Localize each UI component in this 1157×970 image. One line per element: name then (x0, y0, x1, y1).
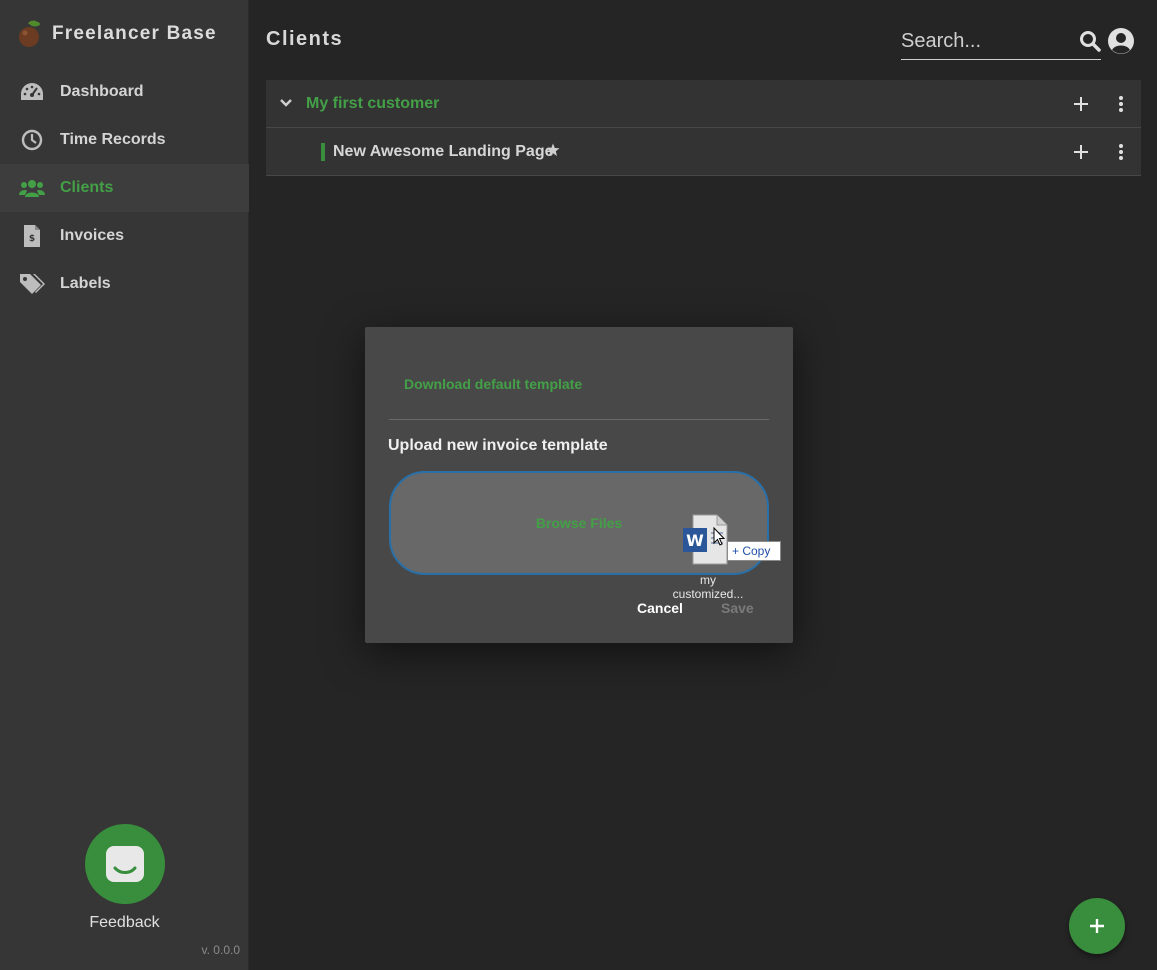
client-name[interactable]: My first customer (306, 95, 439, 113)
chevron-down-icon[interactable] (279, 96, 293, 110)
client-list: My first customer New Awesome Landing Pa… (266, 80, 1141, 176)
star-icon[interactable] (546, 143, 560, 157)
invoice-template-dialog: Download default template Upload new inv… (365, 327, 793, 643)
sidebar-item-clients[interactable]: Clients (0, 164, 249, 212)
sidebar-item-invoices[interactable]: $ Invoices (0, 212, 249, 260)
app-version: v. 0.0.0 (201, 943, 240, 957)
sidebar-item-label: Dashboard (60, 83, 144, 100)
sidebar-item-time-records[interactable]: Time Records (0, 116, 249, 164)
sidebar-item-label: Time Records (60, 131, 166, 148)
feedback-label: Feedback (89, 914, 160, 931)
tags-icon (19, 272, 45, 296)
cherry-logo-icon (19, 20, 40, 47)
search-icon[interactable] (1079, 30, 1101, 52)
add-project-button[interactable] (1071, 94, 1091, 114)
divider (389, 419, 769, 420)
drag-copy-tag: + Copy (727, 541, 781, 561)
word-document-icon: W (683, 514, 728, 565)
invoice-icon: $ (19, 224, 45, 248)
project-name[interactable]: New Awesome Landing Page (333, 143, 554, 161)
more-options-icon[interactable] (1116, 94, 1126, 114)
sidebar-item-label: Clients (60, 179, 114, 196)
clock-icon (19, 128, 45, 152)
search-input[interactable] (901, 30, 1071, 53)
project-row[interactable]: New Awesome Landing Page (266, 128, 1141, 176)
cancel-button[interactable]: Cancel (637, 600, 683, 616)
add-time-record-button[interactable] (1071, 142, 1091, 162)
svg-text:W: W (686, 531, 704, 550)
plus-icon (1090, 919, 1104, 933)
search-bar (901, 24, 1101, 60)
add-client-fab[interactable] (1069, 898, 1125, 954)
dragged-file-name: my customized... (672, 573, 744, 601)
download-default-template-link[interactable]: Download default template (404, 376, 582, 392)
gauge-icon (19, 80, 45, 104)
more-options-icon[interactable] (1116, 142, 1126, 162)
users-icon (19, 176, 45, 200)
sidebar-item-label: Invoices (60, 227, 125, 244)
client-row[interactable]: My first customer (266, 80, 1141, 128)
sidebar-nav: Dashboard Time Records Clients $ Invoice… (0, 68, 249, 308)
save-button[interactable]: Save (721, 600, 754, 616)
upload-title: Upload new invoice template (388, 437, 608, 454)
svg-text:$: $ (29, 234, 35, 244)
chat-icon (106, 846, 144, 882)
sidebar-item-dashboard[interactable]: Dashboard (0, 68, 249, 116)
sidebar: Freelancer Base Dashboard Time Records C… (0, 0, 249, 970)
brand[interactable]: Freelancer Base (16, 18, 217, 50)
feedback-button[interactable] (85, 824, 165, 904)
app-title: Freelancer Base (52, 23, 217, 44)
sidebar-item-label: Labels (60, 275, 111, 292)
project-color-bar (321, 143, 325, 161)
sidebar-item-labels[interactable]: Labels (0, 260, 249, 308)
user-account-icon[interactable] (1107, 27, 1135, 55)
page-title: Clients (266, 28, 344, 50)
